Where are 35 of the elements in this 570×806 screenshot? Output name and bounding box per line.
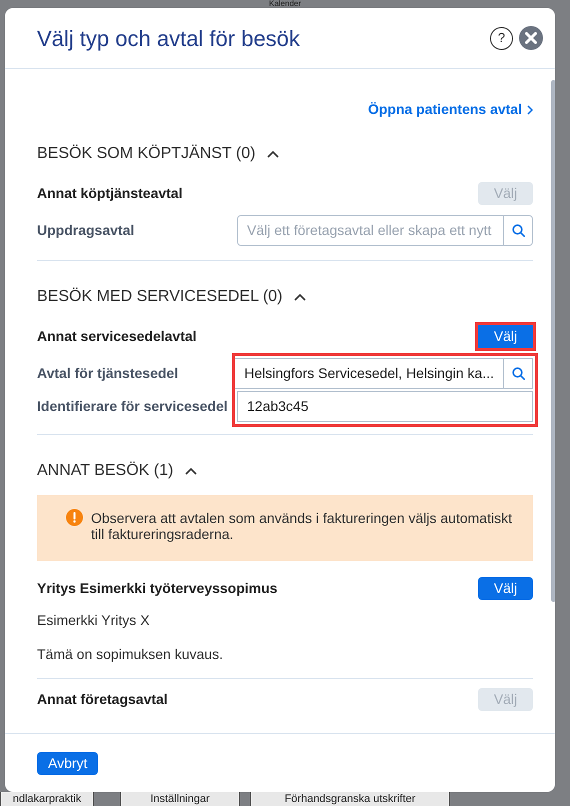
app-tab[interactable]: ndlakarpraktik	[0, 792, 94, 806]
agreement-name: Annat servicesedelavtal	[37, 326, 197, 346]
input-field[interactable]: Välj ett företagsavtal eller skapa ett nytt	[237, 215, 533, 246]
agreement-name: Annat köptjänsteavtal	[37, 184, 182, 203]
section-heading: ANNAT BESÖK (1)	[37, 460, 174, 481]
chevron-icon[interactable]	[267, 150, 280, 158]
scrollbar-thumb[interactable]	[551, 80, 555, 602]
help-button[interactable]: ?	[490, 26, 513, 50]
app-tab[interactable]: Förhandsgranska utskrifter	[250, 792, 450, 806]
cancel-button[interactable]: Avbryt	[37, 752, 98, 774]
app-tab[interactable]: Inställningar	[120, 792, 240, 806]
field-label: Identifierare för servicesedel	[37, 397, 229, 416]
field-label: Avtal för tjänstesedel	[37, 364, 180, 383]
agreement-name: Yritys Esimerkki työterveyssopimus	[37, 578, 278, 598]
agreement-name: Annat företagsavtal	[37, 690, 168, 709]
field-label: Uppdragsavtal	[37, 221, 136, 240]
description-text: Tämä on sopimuksen kuvaus.	[37, 645, 224, 664]
search-icon[interactable]	[512, 367, 524, 380]
app-title: Kalender	[268, 0, 302, 8]
select-button[interactable]: Välj	[478, 576, 533, 600]
chevron-icon[interactable]	[294, 292, 306, 302]
input-field[interactable]: 12ab3c45	[237, 391, 533, 422]
notice-text: Observera att avtalen som används i faktureringen väljs automatiskt till faktureringsraderna.	[91, 510, 513, 542]
search-icon[interactable]	[512, 224, 524, 237]
patient-agreements-link[interactable]: Öppna patientens avtal	[368, 99, 533, 120]
chevron-right-icon	[527, 104, 533, 114]
close-icon[interactable]	[519, 26, 543, 50]
warning-icon	[66, 509, 83, 526]
description-text: Esimerkki Yritys X	[37, 611, 151, 630]
section-heading: BESÖK MED SERVICESEDEL (0)	[37, 286, 282, 307]
dialog-title: Välj typ och avtal för besök	[37, 24, 301, 53]
chevron-icon[interactable]	[185, 466, 198, 476]
section-heading: BESÖK SOM KÖPTJÄNST (0)	[37, 144, 256, 164]
select-button[interactable]: Välj	[478, 324, 533, 348]
input-field[interactable]: Helsingfors Servicesedel, Helsingin ka...	[234, 358, 533, 389]
